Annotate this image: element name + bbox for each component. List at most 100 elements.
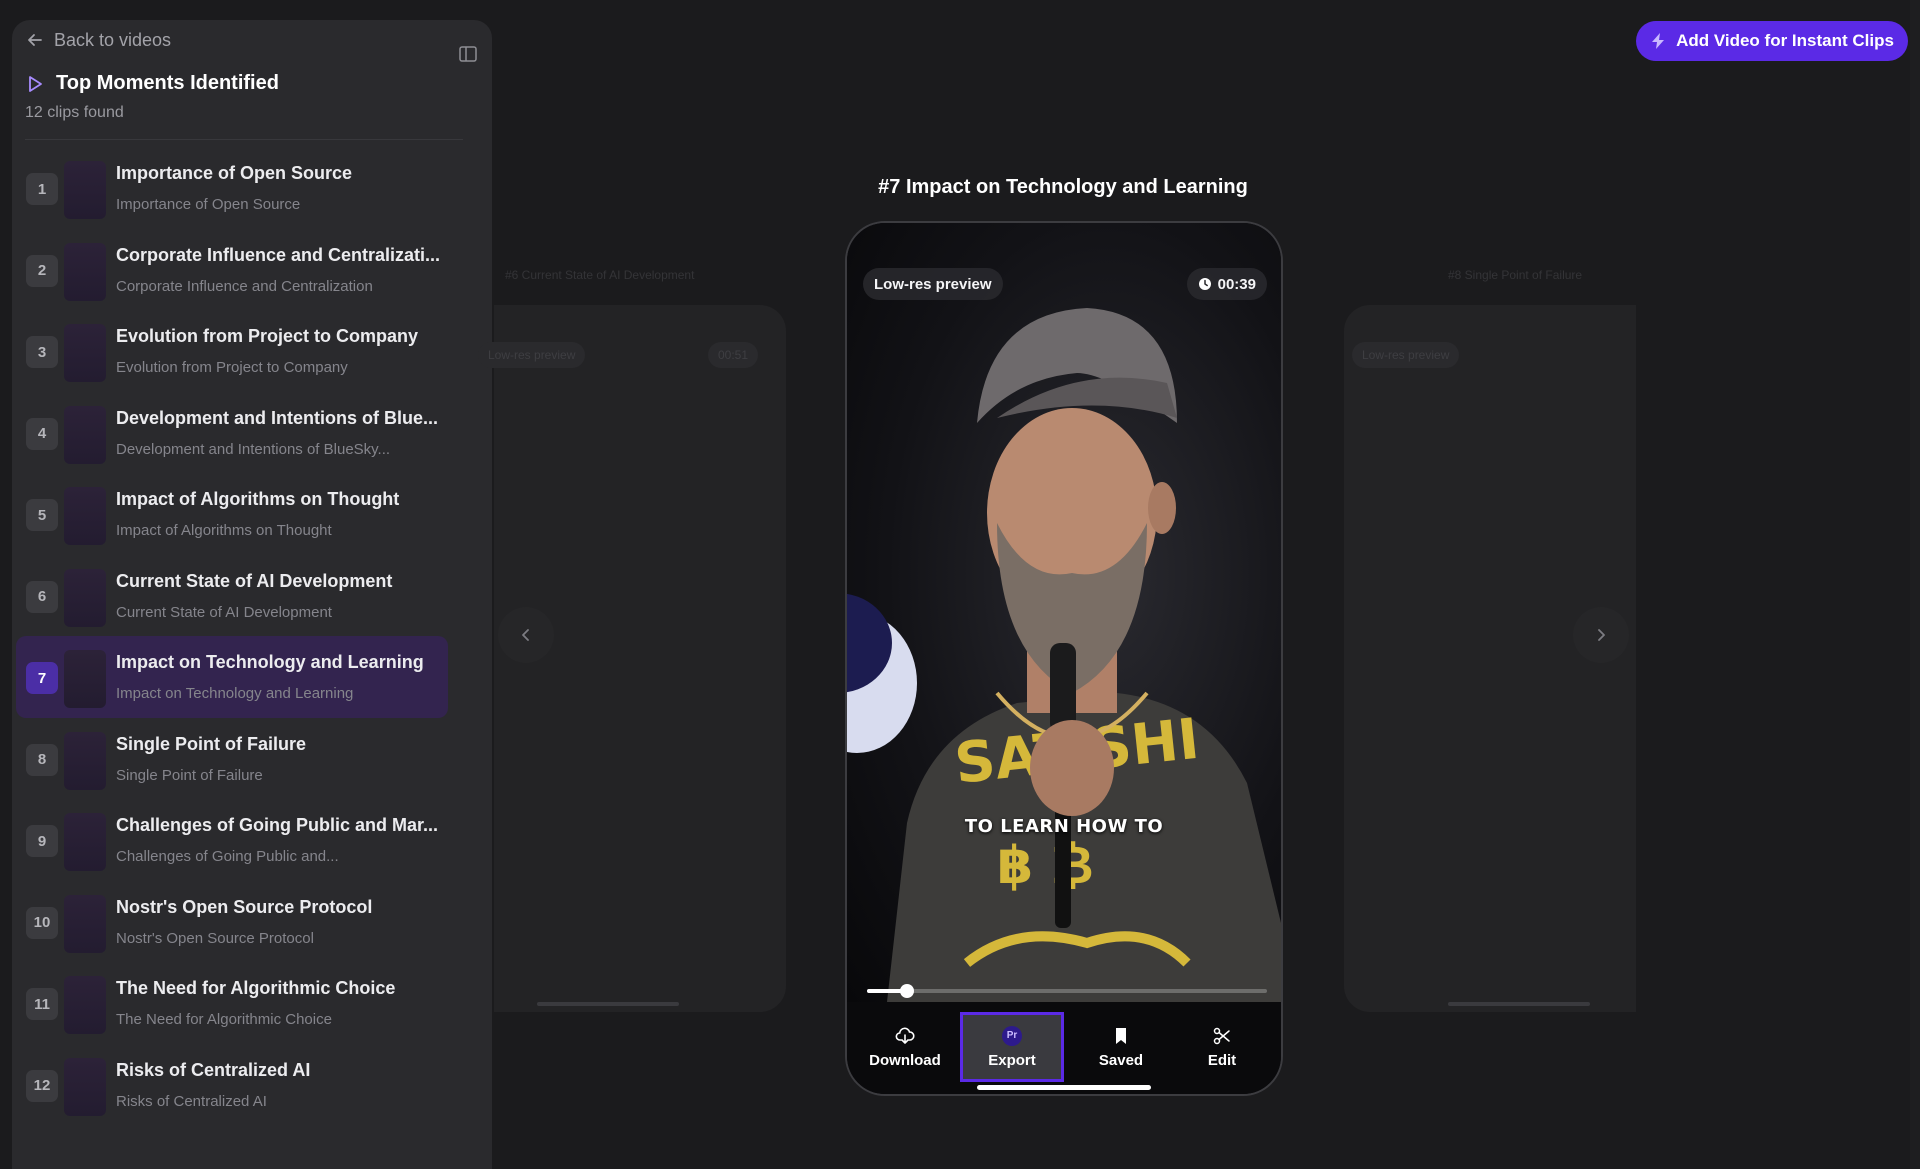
- ghost-right-heading: #8 Single Point of Failure: [1448, 268, 1583, 282]
- clip-subtitle: Impact on Technology and Learning: [116, 685, 354, 702]
- duration-label: 00:39: [1217, 275, 1256, 293]
- ghost-right-home-bar: [1448, 1002, 1590, 1006]
- premiere-pro-icon: Pr: [1002, 1025, 1022, 1046]
- duration-badge: 00:39: [1186, 268, 1267, 300]
- clip-list-item[interactable]: 5 Impact of Algorithms on Thought Impact o…: [16, 473, 448, 555]
- divider: [25, 139, 463, 140]
- low-res-preview-label: Low-res preview: [874, 275, 992, 293]
- clips-sidebar: Back to videos Top Moments Identified 12…: [12, 20, 492, 1169]
- add-video-button[interactable]: Add Video for Instant Clips: [1636, 21, 1908, 61]
- sidebar-collapse-icon[interactable]: [458, 44, 478, 64]
- clip-thumbnail: [64, 161, 106, 219]
- saved-label: Saved: [1098, 1051, 1144, 1069]
- edit-button[interactable]: Edit: [1170, 1012, 1274, 1082]
- clip-title: Development and Intentions of Blue...: [116, 407, 439, 428]
- clip-subtitle: Development and Intentions of BlueSky...: [116, 440, 391, 458]
- bookmark-icon: [1116, 1027, 1126, 1044]
- speaker-image: SAT SHI ฿ ₿: [847, 308, 1281, 1002]
- clip-subtitle: The Need for Algorithmic Choice: [116, 1011, 332, 1028]
- clip-heading: #7 Impact on Technology and Learning: [878, 176, 1248, 198]
- clip-number-badge: 7: [26, 662, 58, 694]
- clip-number-badge: 12: [26, 1069, 58, 1102]
- clip-number-badge: 10: [26, 906, 58, 939]
- clip-list-item[interactable]: 1 Importance of Open Source Importance of …: [16, 147, 448, 229]
- clip-thumbnail: [64, 242, 106, 301]
- clip-thumbnail: [64, 568, 106, 627]
- clip-list-item[interactable]: 6 Current State of AI Development Current …: [16, 555, 448, 637]
- play-icon: [29, 75, 42, 92]
- saved-button[interactable]: Saved: [1069, 1012, 1173, 1082]
- clip-thumbnail: [64, 1057, 106, 1116]
- clip-title: Current State of AI Development: [116, 570, 393, 591]
- clip-title: Risks of Centralized AI: [116, 1059, 311, 1080]
- edit-label: Edit: [1207, 1051, 1237, 1069]
- download-button[interactable]: Download: [853, 1012, 957, 1082]
- clip-thumbnail: [64, 405, 106, 464]
- clip-list-item[interactable]: 4 Development and Intentions of Blue... De…: [16, 392, 448, 474]
- video-progress-bar[interactable]: [867, 984, 1267, 998]
- clip-thumbnail: [64, 731, 106, 790]
- clip-title: Evolution from Project to Company: [116, 326, 419, 346]
- clip-number-badge: 6: [26, 580, 58, 613]
- add-video-label: Add Video for Instant Clips: [1676, 31, 1894, 50]
- ghost-left-home-bar: [537, 1002, 679, 1006]
- clip-subtitle: Nostr's Open Source Protocol: [116, 929, 314, 947]
- clip-list-item[interactable]: 8 Single Point of Failure Single Point of …: [16, 718, 448, 800]
- export-label: Export: [988, 1051, 1036, 1069]
- video-progress-handle[interactable]: [900, 984, 914, 998]
- clip-list-item[interactable]: 11 The Need for Algorithmic Choice The Nee…: [16, 962, 448, 1044]
- phone-preview: SAT SHI ฿ ₿ Low-res preview 00:39 TO LEA…: [845, 221, 1283, 1096]
- clip-list: 1 Importance of Open Source Importance of …: [16, 147, 448, 1125]
- previous-clip-button[interactable]: [498, 607, 554, 663]
- clip-subtitle: Risks of Centralized AI: [116, 1092, 267, 1110]
- ghost-left-duration: 00:51: [708, 342, 759, 368]
- clip-thumbnail: [64, 650, 106, 708]
- clip-number-badge: 9: [26, 825, 58, 857]
- clip-subtitle: Single Point of Failure: [116, 766, 263, 784]
- ghost-left-badge: Low-res preview: [478, 342, 586, 368]
- clip-thumbnail: [64, 813, 106, 871]
- clip-title: Impact on Technology and Learning: [116, 652, 424, 672]
- page-scrollbar[interactable]: [1910, 0, 1920, 1169]
- clip-list-item[interactable]: 2 Corporate Influence and Centralizati...…: [16, 229, 448, 311]
- clip-title: Importance of Open Source: [116, 163, 353, 183]
- clip-thumbnail: [64, 894, 106, 953]
- clip-thumbnail: [64, 487, 106, 545]
- clip-list-item[interactable]: 9 Challenges of Going Public and Mar... Ch…: [16, 799, 448, 881]
- back-to-videos-link[interactable]: Back to videos: [26, 28, 171, 52]
- scissors-icon: [1213, 1027, 1230, 1044]
- home-indicator: [977, 1085, 1151, 1090]
- clock-icon: [1198, 278, 1211, 290]
- clip-number-badge: 8: [26, 743, 58, 776]
- clip-list-item[interactable]: 3 Evolution from Project to Company Evolut…: [16, 310, 448, 392]
- clip-thumbnail: [64, 324, 106, 382]
- next-clip-button[interactable]: [1573, 607, 1629, 663]
- clip-title: Nostr's Open Source Protocol: [116, 896, 373, 917]
- clip-subtitle: Current State of AI Development: [116, 603, 332, 621]
- clip-list-item[interactable]: 7 Impact on Technology and Learning Impact…: [16, 636, 448, 718]
- clip-subtitle: Evolution from Project to Company: [116, 359, 348, 376]
- clip-number-badge: 4: [26, 417, 58, 450]
- ghost-left-heading: #6 Current State of AI Development: [505, 268, 695, 282]
- clip-subtitle: Impact of Algorithms on Thought: [116, 522, 332, 539]
- clip-title: Corporate Influence and Centralizati...: [116, 244, 441, 265]
- clip-list-item[interactable]: 12 Risks of Centralized AI Risks of Centra…: [16, 1044, 448, 1126]
- clip-title: Challenges of Going Public and Mar...: [116, 815, 439, 835]
- low-res-preview-badge: Low-res preview: [863, 268, 1003, 300]
- clip-number-badge: 1: [26, 173, 58, 205]
- panel-title: Top Moments Identified: [26, 72, 279, 95]
- clip-title: The Need for Algorithmic Choice: [116, 978, 396, 998]
- video-player[interactable]: SAT SHI ฿ ₿ Low-res preview 00:39 TO LEA…: [847, 223, 1281, 1002]
- clip-number-badge: 5: [26, 499, 58, 531]
- ghost-right-badge: Low-res preview: [1352, 342, 1460, 368]
- chevron-left-icon: [522, 629, 529, 641]
- clip-title: Impact of Algorithms on Thought: [116, 489, 400, 509]
- cloud-download-icon: [895, 1027, 915, 1044]
- clip-list-item[interactable]: 10 Nostr's Open Source Protocol Nostr's Op…: [16, 881, 448, 963]
- panel-title-text: Top Moments Identified: [56, 72, 279, 94]
- lightning-icon: [1652, 33, 1665, 49]
- clip-thumbnail: [64, 976, 106, 1034]
- download-label: Download: [869, 1051, 941, 1069]
- arrow-left-icon: [28, 34, 42, 46]
- export-button[interactable]: Pr Export: [960, 1012, 1064, 1082]
